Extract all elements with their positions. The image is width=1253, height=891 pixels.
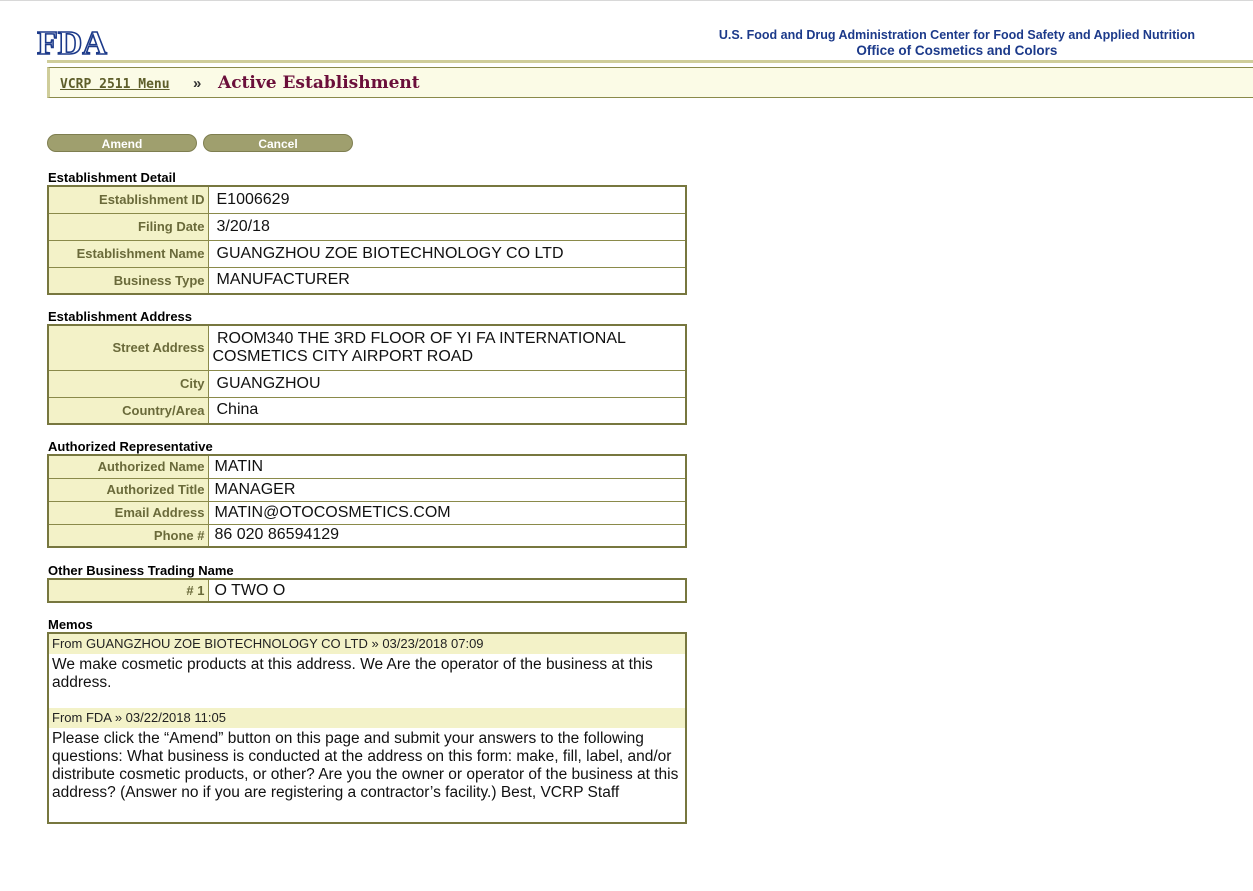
phone-label: Phone #	[47, 523, 209, 548]
memo-body: Please click the “Amend” button on this …	[52, 730, 679, 801]
authorized-name-label: Authorized Name	[47, 454, 209, 479]
header-rule	[47, 60, 1253, 63]
table-row: Email Address MATIN@OTOCOSMETICS.COM	[47, 500, 687, 525]
business-type-label: Business Type	[47, 266, 209, 295]
memo-header: From GUANGZHOU ZOE BIOTECHNOLOGY CO LTD …	[49, 634, 685, 654]
table-row: City GUANGZHOU	[47, 369, 687, 398]
email-address-label: Email Address	[47, 500, 209, 525]
top-border	[0, 0, 1253, 1]
establishment-id-value: E1006629	[207, 185, 687, 214]
filing-date-value: 3/20/18	[207, 212, 687, 241]
establishment-address-title: Establishment Address	[48, 309, 193, 324]
trading-name-number-label: # 1	[47, 578, 209, 603]
table-row: Street Address ROOM340 THE 3RD FLOOR OF …	[47, 324, 687, 371]
street-address-line-2: COSMETICS CITY AIRPORT ROAD	[212, 347, 474, 365]
table-row: # 1 O TWO O	[47, 578, 687, 603]
table-row: Establishment Name GUANGZHOU ZOE BIOTECH…	[47, 239, 687, 268]
country-area-value: China	[207, 396, 687, 425]
establishment-address-table: Street Address ROOM340 THE 3RD FLOOR OF …	[47, 324, 687, 425]
amend-establishment-button[interactable]: Amend Establishment	[47, 134, 197, 169]
memos-title: Memos	[48, 617, 93, 632]
city-value: GUANGZHOU	[207, 369, 687, 398]
business-type-value: MANUFACTURER	[207, 266, 687, 295]
authorized-representative-title: Authorized Representative	[48, 439, 213, 454]
authorized-representative-table: Authorized Name MATIN Authorized Title M…	[47, 454, 687, 548]
establishment-name-value: GUANGZHOU ZOE BIOTECHNOLOGY CO LTD	[207, 239, 687, 268]
country-area-label: Country/Area	[47, 396, 209, 425]
authorized-name-value: MATIN	[207, 454, 687, 479]
table-row: Filing Date 3/20/18	[47, 212, 687, 241]
vcrp-menu-link[interactable]: VCRP 2511 Menu	[60, 77, 170, 92]
street-address-line-1: ROOM340 THE 3RD FLOOR OF YI FA INTERNATI…	[212, 329, 626, 347]
page-title: Active Establishment	[218, 73, 420, 93]
memo-body: We make cosmetic products at this addres…	[52, 656, 653, 691]
street-address-label: Street Address	[47, 324, 209, 371]
establishment-name-label: Establishment Name	[47, 239, 209, 268]
cancel-establishment-button[interactable]: Cancel Establishment	[203, 134, 353, 169]
establishment-detail-table: Establishment ID E1006629 Filing Date 3/…	[47, 185, 687, 295]
agency-line-2: Office of Cosmetics and Colors	[856, 43, 1058, 58]
breadcrumb-separator: »	[193, 75, 202, 92]
other-trading-name-table: # 1 O TWO O	[47, 578, 687, 603]
phone-value: 86 020 86594129	[207, 523, 687, 548]
table-row: Authorized Title MANAGER	[47, 477, 687, 502]
filing-date-label: Filing Date	[47, 212, 209, 241]
establishment-id-label: Establishment ID	[47, 185, 209, 214]
fda-logo-text: FDA	[37, 26, 107, 58]
memo-header: From FDA » 03/22/2018 11:05	[49, 708, 685, 728]
other-trading-name-title: Other Business Trading Name	[48, 563, 234, 578]
trading-name-value: O TWO O	[207, 578, 687, 603]
table-row: Establishment ID E1006629	[47, 185, 687, 214]
breadcrumb: VCRP 2511 Menu » Active Establishment	[47, 67, 1253, 98]
memos-panel: From GUANGZHOU ZOE BIOTECHNOLOGY CO LTD …	[47, 632, 687, 824]
street-address-value: ROOM340 THE 3RD FLOOR OF YI FA INTERNATI…	[207, 324, 687, 371]
table-row: Business Type MANUFACTURER	[47, 266, 687, 295]
authorized-title-label: Authorized Title	[47, 477, 209, 502]
city-label: City	[47, 369, 209, 398]
table-row: Country/Area China	[47, 396, 687, 425]
agency-title: U.S. Food and Drug Administration Center…	[719, 28, 1195, 58]
table-row: Phone # 86 020 86594129	[47, 523, 687, 548]
fda-logo: FDA	[36, 24, 109, 63]
establishment-detail-title: Establishment Detail	[48, 170, 176, 185]
table-row: Authorized Name MATIN	[47, 454, 687, 479]
agency-line-1: U.S. Food and Drug Administration Center…	[718, 28, 1195, 42]
authorized-title-value: MANAGER	[207, 477, 687, 502]
email-address-value: MATIN@OTOCOSMETICS.COM	[207, 500, 687, 525]
